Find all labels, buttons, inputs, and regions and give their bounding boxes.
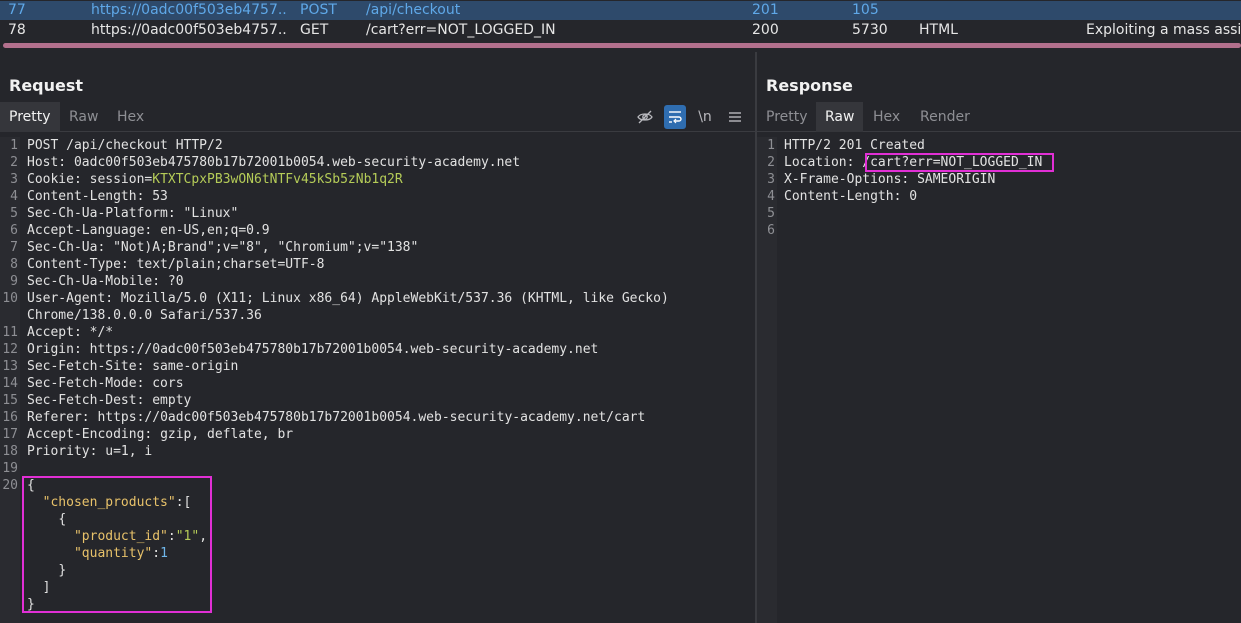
request-line: Accept: */* <box>27 325 114 340</box>
line-number: 9 <box>10 274 18 289</box>
response-line: Content-Length: 0 <box>784 189 918 204</box>
tab-raw[interactable]: Raw <box>816 102 864 132</box>
line-number: 6 <box>767 223 775 238</box>
tab-pretty[interactable]: Pretty <box>0 102 60 132</box>
request-tabs: Pretty Raw Hex \n <box>0 102 755 132</box>
json-body-highlight <box>22 476 212 613</box>
line-number: 3 <box>767 172 775 187</box>
line-number: 15 <box>2 393 18 408</box>
request-line: Host: 0adc00f503eb475780b17b72001b0054.w… <box>27 155 521 170</box>
line-number: 19 <box>2 461 18 476</box>
history-length: 105 <box>852 2 879 18</box>
line-number: 2 <box>10 155 18 170</box>
tab-hex[interactable]: Hex <box>864 102 909 132</box>
line-number: 5 <box>10 206 18 221</box>
history-title: Exploiting a mass assi... <box>1086 22 1241 38</box>
history-method: POST <box>300 2 337 18</box>
request-line: Priority: u=1, i <box>27 444 153 459</box>
response-editor[interactable]: 1 HTTP/2 201 Created 2 Location: /cart?err… <box>757 137 1241 623</box>
line-number: 2 <box>767 155 775 170</box>
history-url: https://0adc00f503eb4757... <box>91 2 287 18</box>
history-row[interactable]: 78 https://0adc00f503eb4757... GET /cart… <box>0 21 1241 40</box>
request-line: Sec-Fetch-Mode: cors <box>27 376 184 391</box>
request-line: Accept-Encoding: gzip, deflate, br <box>27 427 294 442</box>
response-title: Response <box>766 76 853 95</box>
tab-render[interactable]: Render <box>911 102 979 132</box>
session-token: KTXTCpxPB3wON6tNTFv45kSb5zNb1q2R <box>152 172 403 187</box>
response-tabs: Pretty Raw Hex Render <box>757 102 1241 132</box>
line-number: 13 <box>2 359 18 374</box>
tab-hex[interactable]: Hex <box>108 102 153 132</box>
line-number: 4 <box>10 189 18 204</box>
hide-nonprintable-icon[interactable] <box>634 105 656 129</box>
line-number: 11 <box>2 325 18 340</box>
tab-raw[interactable]: Raw <box>60 102 107 132</box>
line-number: 6 <box>10 223 18 238</box>
request-line: Content-Length: 53 <box>27 189 168 204</box>
request-line: User-Agent: Mozilla/5.0 (X11; Linux x86_… <box>27 291 669 306</box>
response-line: X-Frame-Options: SAMEORIGIN <box>784 172 996 187</box>
request-title: Request <box>9 76 84 95</box>
request-line: Chrome/138.0.0.0 Safari/537.36 <box>27 308 262 323</box>
line-number: 4 <box>767 189 775 204</box>
request-line: Cookie: session=KTXTCpxPB3wON6tNTFv45kSb… <box>27 172 403 187</box>
location-highlight <box>865 153 1054 172</box>
request-line: Origin: https://0adc00f503eb475780b17b72… <box>27 342 599 357</box>
line-number: 18 <box>2 444 18 459</box>
history-mime: HTML <box>919 22 958 38</box>
hamburger-menu-icon[interactable] <box>724 105 746 129</box>
history-status: 201 <box>752 2 779 18</box>
line-number: 17 <box>2 427 18 442</box>
line-number: 12 <box>2 342 18 357</box>
wrap-lines-icon[interactable] <box>664 105 686 129</box>
history-id: 77 <box>8 2 26 18</box>
line-number: 3 <box>10 172 18 187</box>
line-number: 20 <box>2 478 18 493</box>
history-url: https://0adc00f503eb4757... <box>91 22 287 38</box>
request-line: Sec-Ch-Ua-Mobile: ?0 <box>27 274 184 289</box>
line-number: 1 <box>767 138 775 153</box>
history-length: 5730 <box>852 22 888 38</box>
request-line: Sec-Fetch-Dest: empty <box>27 393 192 408</box>
line-number: 8 <box>10 257 18 272</box>
line-number: 14 <box>2 376 18 391</box>
tab-pretty[interactable]: Pretty <box>757 102 817 132</box>
history-method: GET <box>300 22 329 38</box>
request-editor[interactable]: 1 POST /api/checkout HTTP/2 2 Host: 0adc00… <box>0 137 755 623</box>
history-horizontal-scrollbar[interactable] <box>3 43 1241 48</box>
history-path: /cart?err=NOT_LOGGED_IN <box>366 22 556 38</box>
history-id: 78 <box>8 22 26 38</box>
line-number: 7 <box>10 240 18 255</box>
history-row[interactable]: 77 https://0adc00f503eb4757... POST /api… <box>0 1 1241 20</box>
proxy-history-table: 77 https://0adc00f503eb4757... POST /api… <box>0 0 1241 48</box>
request-line: POST /api/checkout HTTP/2 <box>27 138 223 153</box>
request-line: Sec-Fetch-Site: same-origin <box>27 359 239 374</box>
history-path: /api/checkout <box>366 2 461 18</box>
line-number: 1 <box>10 138 18 153</box>
request-line: Referer: https://0adc00f503eb475780b17b7… <box>27 410 646 425</box>
request-pane: Request Pretty Raw Hex \n 1 POST /api/ch… <box>0 52 755 623</box>
request-line: Sec-Ch-Ua-Platform: "Linux" <box>27 206 239 221</box>
newline-toggle[interactable]: \n <box>694 105 716 129</box>
request-line: Content-Type: text/plain;charset=UTF-8 <box>27 257 325 272</box>
response-line: HTTP/2 201 Created <box>784 138 925 153</box>
history-status: 200 <box>752 22 779 38</box>
request-line: Accept-Language: en-US,en;q=0.9 <box>27 223 270 238</box>
line-number: 10 <box>2 291 18 306</box>
request-line: Sec-Ch-Ua: "Not)A;Brand";v="8", "Chromiu… <box>27 240 419 255</box>
response-pane: Response Pretty Raw Hex Render 1 HTTP/2 2… <box>757 52 1241 623</box>
line-number: 16 <box>2 410 18 425</box>
line-number: 5 <box>767 206 775 221</box>
